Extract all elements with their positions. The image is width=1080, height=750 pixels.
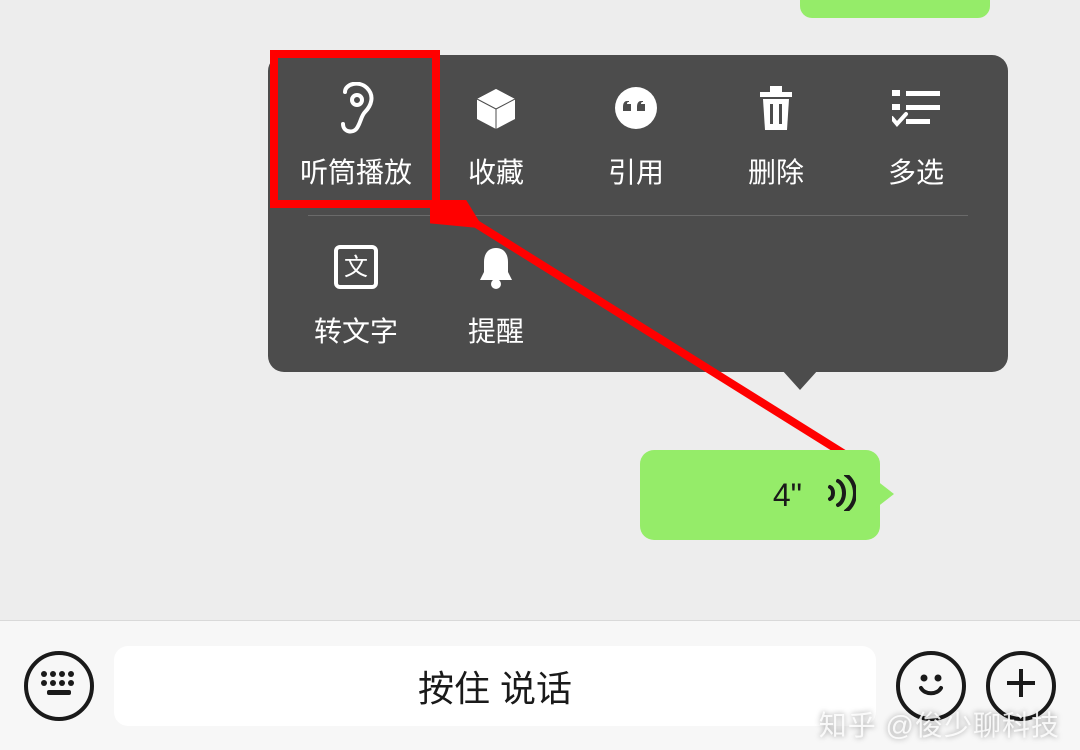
- menu-item-remind[interactable]: 提醒: [426, 240, 566, 350]
- voice-message-bubble[interactable]: 4": [640, 450, 880, 540]
- menu-label: 引用: [608, 151, 664, 191]
- bell-icon: [476, 240, 516, 294]
- message-context-menu: 听筒播放 收藏 引用: [268, 55, 1008, 372]
- menu-item-multiselect[interactable]: 多选: [846, 81, 986, 191]
- menu-row-1: 听筒播放 收藏 引用: [268, 81, 1008, 191]
- keyboard-icon: [39, 669, 79, 702]
- menu-label: 删除: [748, 151, 804, 191]
- menu-row-2: 文 转文字 提醒: [268, 240, 1008, 350]
- more-button[interactable]: [986, 651, 1056, 721]
- box-icon: [473, 81, 519, 135]
- emoji-button[interactable]: [896, 651, 966, 721]
- menu-item-earpiece[interactable]: 听筒播放: [286, 81, 426, 191]
- menu-label: 收藏: [468, 151, 524, 191]
- menu-label: 转文字: [314, 310, 398, 350]
- voice-duration-label: 4": [773, 477, 802, 514]
- partial-bubble-top: [800, 0, 990, 18]
- menu-item-quote[interactable]: 引用: [566, 81, 706, 191]
- menu-label: 提醒: [468, 310, 524, 350]
- menu-item-totext[interactable]: 文 转文字: [286, 240, 426, 350]
- sound-wave-icon: [820, 475, 856, 516]
- hold-to-talk-label: 按住 说话: [418, 660, 572, 712]
- text-icon: 文: [334, 240, 378, 294]
- plus-icon: [1003, 665, 1039, 706]
- smile-icon: [911, 663, 951, 708]
- trash-icon: [756, 81, 796, 135]
- popover-arrow: [782, 370, 818, 390]
- checklist-icon: [892, 81, 940, 135]
- menu-label: 多选: [888, 151, 944, 191]
- menu-item-delete[interactable]: 删除: [706, 81, 846, 191]
- menu-item-favorite[interactable]: 收藏: [426, 81, 566, 191]
- ear-icon: [335, 81, 377, 135]
- chat-input-bar: 按住 说话: [0, 620, 1080, 750]
- quote-icon: [613, 81, 659, 135]
- svg-text:文: 文: [344, 254, 368, 281]
- keyboard-toggle-button[interactable]: [24, 651, 94, 721]
- hold-to-talk-button[interactable]: 按住 说话: [114, 646, 876, 726]
- menu-divider: [308, 215, 968, 216]
- menu-label: 听筒播放: [300, 151, 412, 191]
